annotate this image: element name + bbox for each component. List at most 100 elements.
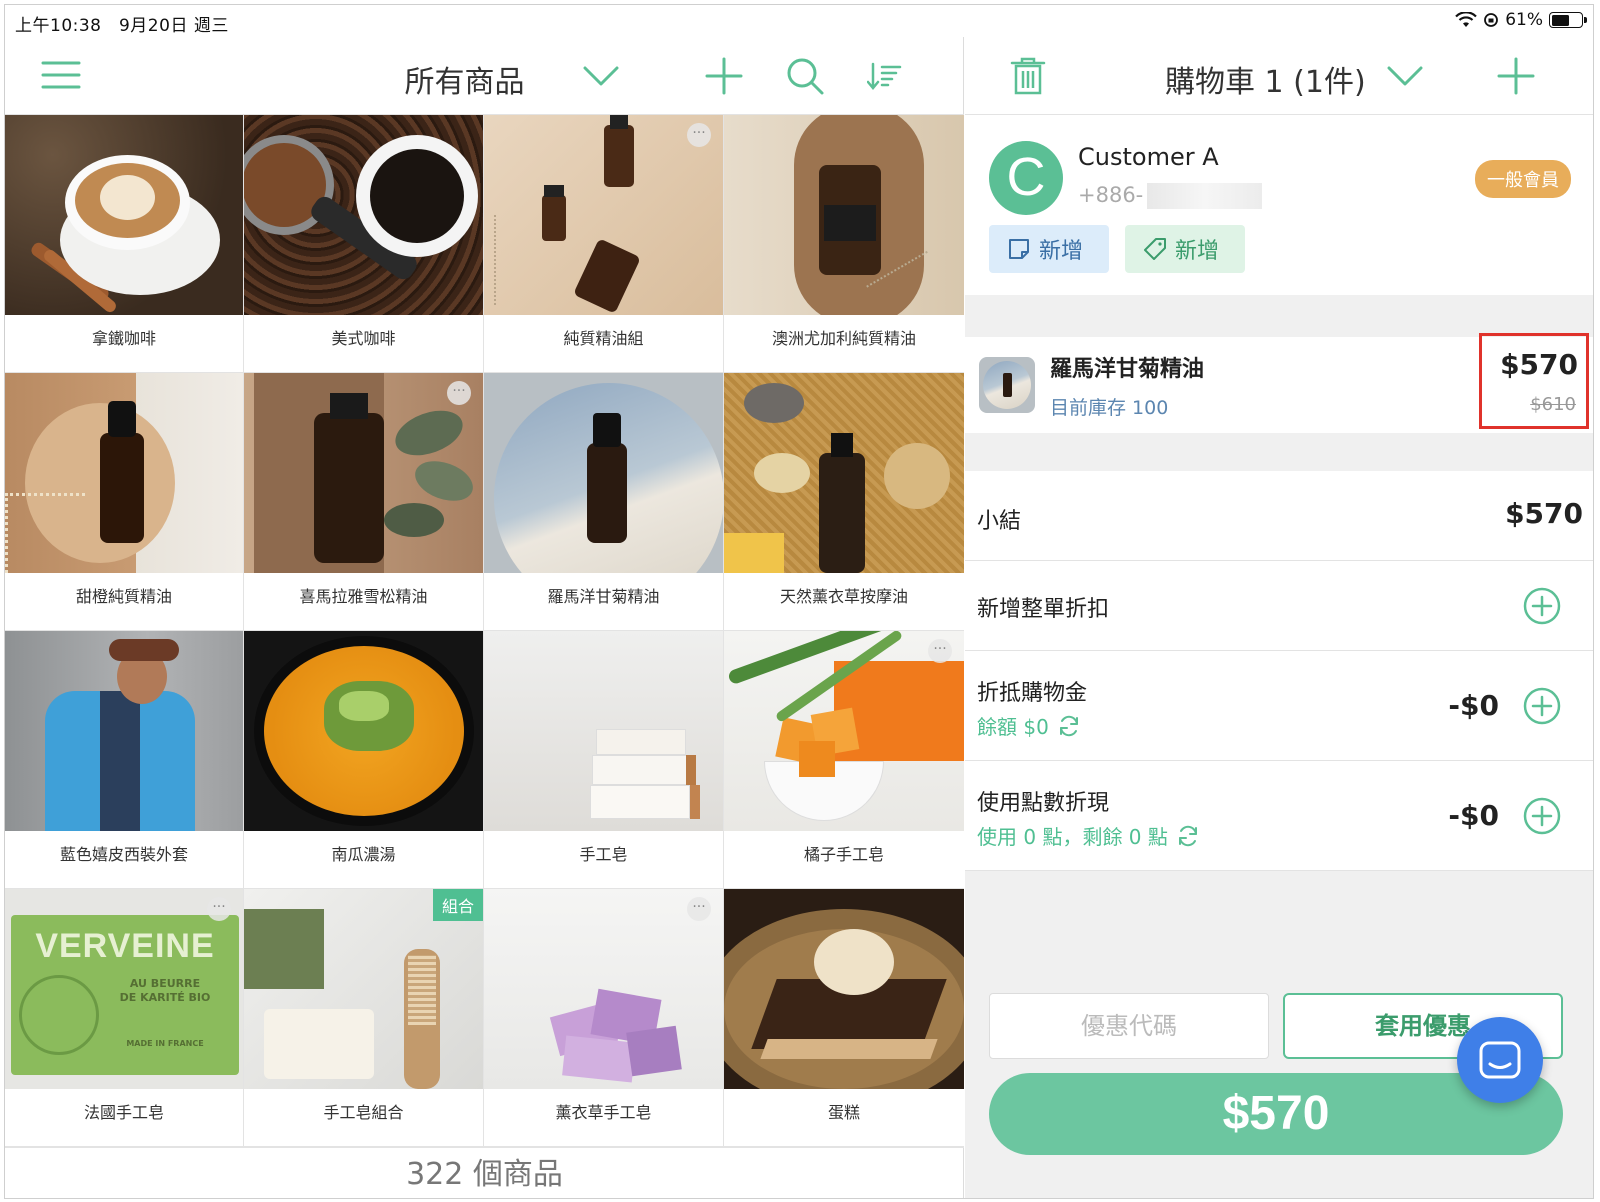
add-credit-icon[interactable] [1523, 687, 1561, 725]
more-options-icon[interactable]: ··· [687, 897, 711, 921]
credit-balance: 餘額 $0 [977, 711, 1081, 740]
points-balance: 使用 0 點，剩餘 0 點 [977, 821, 1200, 850]
product-tile[interactable]: 美式咖啡 [244, 115, 484, 373]
add-points-icon[interactable] [1523, 797, 1561, 835]
product-name: 拿鐵咖啡 [91, 329, 156, 348]
chat-support-button[interactable] [1457, 1017, 1543, 1103]
cart-item-name: 羅馬洋甘菊精油 [1050, 357, 1205, 382]
more-options-icon[interactable]: ··· [687, 123, 711, 147]
product-tile[interactable]: ··· 純質精油組 [484, 115, 724, 373]
product-tile[interactable]: 天然薰衣草按摩油 [724, 373, 964, 631]
product-name: 澳洲尤加利純質精油 [771, 329, 916, 348]
tag-icon [1144, 238, 1166, 260]
add-tag-label: 新增 [1175, 239, 1220, 264]
more-options-icon[interactable]: ··· [207, 897, 231, 921]
cart-panel: 購物車 1 (1件) C Customer A +886- 一般會員 新增 新增 [965, 37, 1593, 1198]
add-cart-icon[interactable] [1497, 57, 1535, 95]
product-image [5, 115, 243, 315]
member-level-badge: 一般會員 [1475, 160, 1571, 198]
cart-summary: 小結 $570 新增整單折扣 折抵購物金 餘額 $0 -$0 使用點數折現 使用… [965, 471, 1593, 871]
product-name: 藍色嬉皮西裝外套 [59, 845, 188, 864]
product-tile[interactable]: ··· 薰衣草手工皂 [484, 889, 724, 1147]
product-tile[interactable]: 甜橙純質精油 [5, 373, 244, 631]
battery-percent: 61% [1505, 10, 1543, 30]
product-tile[interactable]: 南瓜濃湯 [244, 631, 484, 889]
soap-engraving: MADE IN FRANCE [126, 1039, 204, 1048]
status-bar: 上午10:38 9月20日 週三 61% [5, 5, 1593, 37]
product-name: 南瓜濃湯 [331, 845, 396, 864]
add-discount-icon[interactable] [1523, 587, 1561, 625]
cart-item-price[interactable]: $570 [1500, 348, 1578, 381]
customer-name: Customer A [1078, 143, 1219, 171]
product-tile[interactable]: 手工皂 [484, 631, 724, 889]
product-name: 甜橙純質精油 [75, 587, 172, 606]
cart-header: 購物車 1 (1件) [965, 37, 1593, 115]
product-name: 喜馬拉雅雪松精油 [299, 587, 428, 606]
sort-icon[interactable] [867, 61, 903, 91]
product-tile[interactable]: VERVEINE AU BEURRE DE KARITÉ BIO MADE IN… [5, 889, 244, 1147]
credit-row[interactable]: 折抵購物金 餘額 $0 -$0 [965, 651, 1593, 761]
note-icon [1009, 239, 1029, 259]
add-note-button[interactable]: 新增 [989, 225, 1109, 273]
cart-item[interactable]: 羅馬洋甘菊精油 目前庫存 100 $570 $610 [965, 333, 1593, 433]
product-image [5, 631, 243, 831]
product-tile[interactable]: 羅馬洋甘菊精油 [484, 373, 724, 631]
product-image [484, 889, 723, 1089]
add-note-label: 新增 [1039, 239, 1084, 264]
product-image [724, 631, 964, 831]
product-grid: 拿鐵咖啡 美式咖啡 ··· 純質精油組 澳洲尤加利純質精油 甜橙純質精油 ···… [5, 115, 964, 1147]
product-header: 所有商品 [5, 37, 964, 115]
subtotal-value: $570 [1505, 497, 1583, 530]
customer-card[interactable]: C Customer A +886- 一般會員 新增 新增 [965, 115, 1593, 295]
app-window: 上午10:38 9月20日 週三 61% 所有商品 拿鐵咖啡 美式咖啡 ··· … [4, 4, 1594, 1199]
add-tag-button[interactable]: 新增 [1125, 225, 1245, 273]
product-image [244, 373, 483, 573]
product-tile[interactable]: 蛋糕 [724, 889, 964, 1147]
soap-engraving: AU BEURRE [129, 977, 201, 990]
product-image [244, 115, 483, 315]
points-row[interactable]: 使用點數折現 使用 0 點，剩餘 0 點 -$0 [965, 761, 1593, 871]
product-name: 美式咖啡 [331, 329, 396, 348]
product-name: 羅馬洋甘菊精油 [547, 587, 660, 606]
subtotal-label: 小結 [977, 509, 1022, 534]
chevron-down-icon[interactable] [1387, 61, 1423, 91]
points-label: 使用點數折現 [977, 791, 1110, 816]
product-tile[interactable]: 組合 手工皂組合 [244, 889, 484, 1147]
wifi-icon [1455, 12, 1477, 27]
product-tile[interactable]: 澳洲尤加利純質精油 [724, 115, 964, 373]
product-image [484, 631, 723, 831]
add-product-icon[interactable] [705, 57, 743, 95]
search-icon[interactable] [785, 56, 825, 96]
more-options-icon[interactable]: ··· [928, 639, 952, 663]
coupon-code-input[interactable]: 優惠代碼 [989, 993, 1269, 1059]
refresh-icon[interactable] [1057, 714, 1081, 738]
chevron-down-icon[interactable] [583, 61, 619, 91]
cart-title[interactable]: 購物車 1 (1件) [1165, 57, 1366, 101]
product-name: 天然薰衣草按摩油 [779, 587, 908, 606]
product-name: 手工皂 [579, 845, 628, 864]
product-tile[interactable]: ··· 橘子手工皂 [724, 631, 964, 889]
status-time: 上午10:38 9月20日 週三 [15, 16, 229, 36]
product-name: 法國手工皂 [83, 1103, 164, 1122]
phone-redaction [1147, 183, 1263, 209]
price-highlight-box: $570 $610 [1479, 333, 1589, 429]
more-options-icon[interactable]: ··· [447, 381, 471, 405]
trash-icon[interactable] [1009, 55, 1047, 97]
product-image [484, 115, 723, 315]
status-icons: 61% [1455, 10, 1587, 30]
bundle-badge: 組合 [432, 889, 483, 921]
battery-icon [1549, 12, 1587, 28]
product-tile[interactable]: 拿鐵咖啡 [5, 115, 244, 373]
product-tile[interactable]: 藍色嬉皮西裝外套 [5, 631, 244, 889]
product-name: 手工皂組合 [323, 1103, 404, 1122]
points-value: -$0 [1448, 799, 1499, 832]
product-tile[interactable]: ··· 喜馬拉雅雪松精油 [244, 373, 484, 631]
order-discount-row[interactable]: 新增整單折扣 [965, 561, 1593, 651]
chat-icon [1479, 1041, 1521, 1079]
cart-item-thumbnail [979, 357, 1035, 413]
cart-item-original-price: $610 [1530, 394, 1576, 415]
refresh-icon[interactable] [1176, 824, 1200, 848]
soap-engraving: VERVEINE [35, 927, 215, 965]
cart-item-stock: 目前庫存 100 [1050, 397, 1169, 419]
product-count: 322 個商品 [5, 1147, 964, 1198]
